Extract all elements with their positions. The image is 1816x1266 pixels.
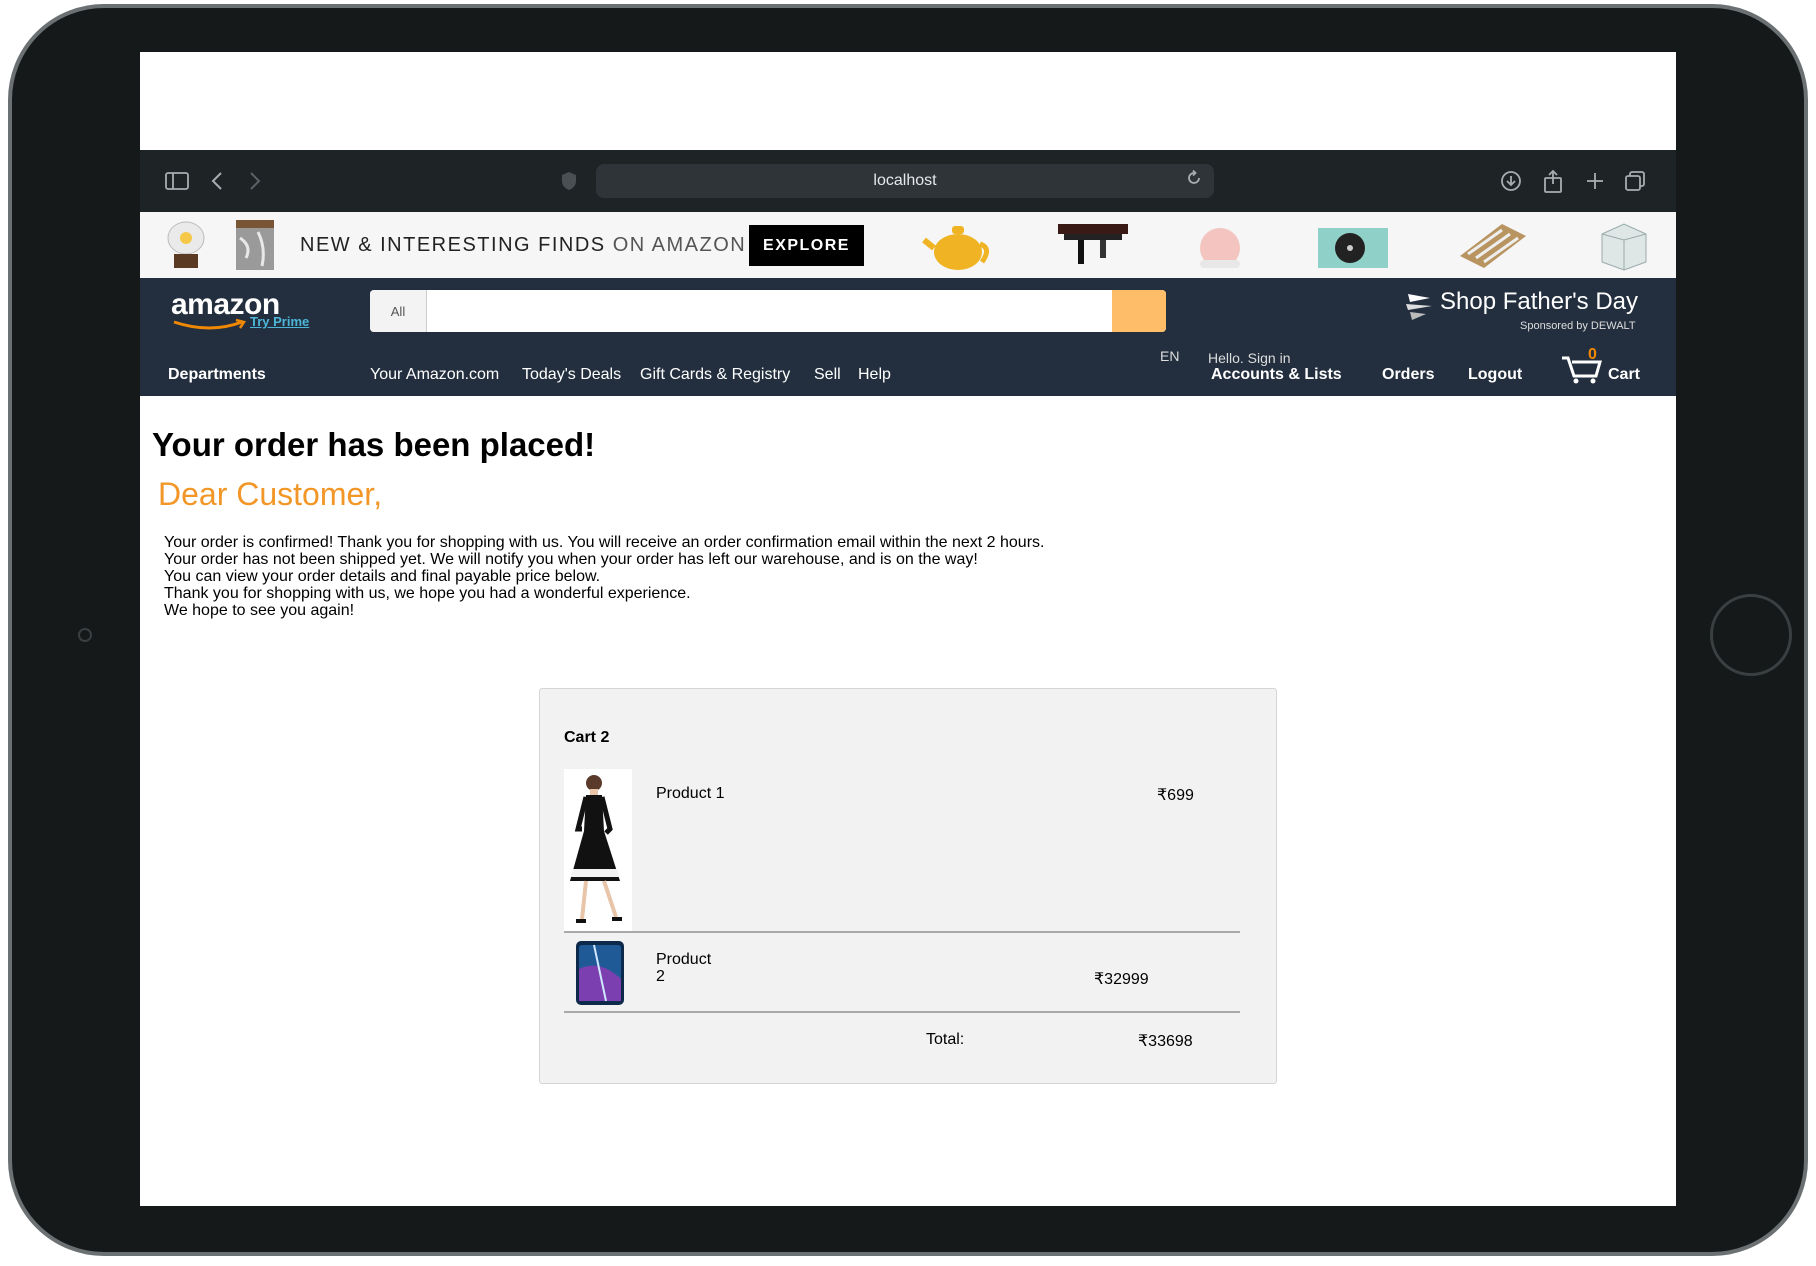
product-thumb-canister[interactable] <box>232 218 278 272</box>
message-line: You can view your order details and fina… <box>164 568 601 585</box>
browser-toolbar: localhost <box>140 150 1676 212</box>
nav-link-help[interactable]: Help <box>858 366 891 384</box>
product-price: ₹699 <box>1157 787 1194 804</box>
nav-link-todays-deals[interactable]: Today's Deals <box>522 366 621 384</box>
accounts-lists-link[interactable]: Accounts & Lists <box>1211 366 1342 384</box>
cart-link[interactable]: Cart <box>1608 366 1640 384</box>
product-name[interactable]: Product 1 <box>656 785 724 803</box>
greeting: Dear Customer, <box>158 476 383 512</box>
message-line: Thank you for shopping with us, we hope … <box>164 585 691 602</box>
promo-text: NEW & INTERESTING FINDS ON AMAZON <box>300 234 746 257</box>
product-thumb-shelf[interactable] <box>1056 218 1130 272</box>
product-image-dress[interactable] <box>564 769 632 931</box>
explore-button[interactable]: EXPLORE <box>749 225 864 266</box>
try-prime-link[interactable]: Try Prime <box>250 314 309 329</box>
search-input[interactable] <box>427 290 1111 332</box>
amazon-smile-icon <box>173 318 247 330</box>
status-area <box>140 52 1676 150</box>
product-name[interactable]: Product 2 <box>656 951 716 985</box>
search-scope-dropdown[interactable]: All <box>370 290 427 332</box>
search-button[interactable] <box>1112 290 1166 332</box>
product-image-phone[interactable] <box>574 939 626 1007</box>
product-thumb-box[interactable] <box>1596 218 1650 272</box>
download-icon[interactable] <box>1496 166 1526 196</box>
nav-link-your-amazon[interactable]: Your Amazon.com <box>370 366 499 384</box>
cart-item: Product 1 ₹699 <box>564 769 1240 933</box>
logout-link[interactable]: Logout <box>1468 366 1522 384</box>
sidebar-icon[interactable] <box>162 166 192 196</box>
share-icon[interactable] <box>1538 166 1568 196</box>
shield-icon[interactable] <box>554 166 584 196</box>
back-icon[interactable] <box>202 166 232 196</box>
search-bar: All <box>370 290 1166 332</box>
forward-icon[interactable] <box>240 166 270 196</box>
screen: localhost NEW & INTERESTING FINDS ON AMA… <box>140 52 1676 1206</box>
page-title: Your order has been placed! <box>152 426 596 463</box>
product-thumb-lamp[interactable] <box>164 218 208 272</box>
product-thumb-cleaner[interactable] <box>1192 218 1248 272</box>
cart-count: 0 <box>1588 346 1597 363</box>
home-button[interactable] <box>1710 594 1792 676</box>
product-thumb-keyboard[interactable] <box>1454 218 1530 272</box>
cart-item: Product 2 ₹32999 <box>564 935 1240 1013</box>
amazon-nav: amazon Try Prime All Shop Father's Day S… <box>140 278 1676 396</box>
camera <box>78 628 92 642</box>
language-selector[interactable]: EN <box>1160 348 1179 364</box>
sponsored-text: Sponsored by DEWALT <box>1520 320 1636 332</box>
hello-sign-in[interactable]: Hello. Sign in <box>1208 350 1291 366</box>
promo-text-light: ON AMAZON <box>612 234 747 256</box>
url-text: localhost <box>873 172 937 189</box>
message-line: Your order is confirmed! Thank you for s… <box>164 534 1045 551</box>
fathers-day-link[interactable]: Shop Father's Day <box>1440 288 1638 316</box>
message-line: We hope to see you again! <box>164 602 355 619</box>
fathers-day-icon <box>1406 294 1432 320</box>
total-value: ₹33698 <box>1138 1033 1193 1050</box>
url-bar[interactable]: localhost <box>596 164 1214 198</box>
nav-link-sell[interactable]: Sell <box>814 366 841 384</box>
departments-link[interactable]: Departments <box>168 366 266 384</box>
product-price: ₹32999 <box>1094 971 1149 988</box>
reload-icon[interactable] <box>1186 169 1202 191</box>
promo-text-main: NEW & INTERESTING FINDS <box>300 234 606 256</box>
new-tab-icon[interactable] <box>1580 166 1610 196</box>
nav-link-gift-cards[interactable]: Gift Cards & Registry <box>640 366 790 384</box>
orders-link[interactable]: Orders <box>1382 366 1434 384</box>
total-label: Total: <box>926 1031 965 1048</box>
product-thumb-turntable[interactable] <box>1316 218 1390 272</box>
tabs-overview-icon[interactable] <box>1620 166 1650 196</box>
cart-title: Cart 2 <box>564 729 610 746</box>
message-line: Your order has not been shipped yet. We … <box>164 551 978 568</box>
product-thumb-teapot[interactable] <box>922 218 994 272</box>
promo-banner[interactable]: NEW & INTERESTING FINDS ON AMAZON EXPLOR… <box>140 212 1676 278</box>
confirmation-message: Your order is confirmed! Thank you for s… <box>164 534 1044 619</box>
cart-summary: Cart 2 Product 1 ₹699 Product 2 ₹32999 T… <box>539 688 1277 1084</box>
